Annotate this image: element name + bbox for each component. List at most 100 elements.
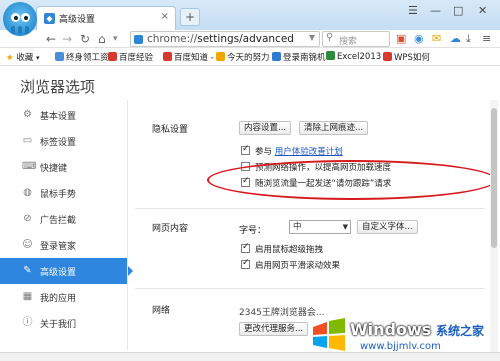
browser-logo-icon[interactable] [3, 2, 37, 36]
bookmarks-bar: ★ 收藏 ▾ 终身领工资 百度经验 百度知道 - 今天的努力 登录南锦机 Exc… [0, 48, 500, 66]
section-divider [135, 208, 485, 209]
minimize-icon[interactable]: — [430, 4, 441, 17]
dropdown-icon[interactable]: ▾ [113, 31, 118, 47]
smooth-scroll-label: 启用网页平滑滚动效果 [255, 261, 341, 271]
clear-history-button[interactable]: 清除上网痕迹... [299, 121, 369, 135]
bookmark-favicon-icon [272, 52, 281, 61]
tab-advanced-settings[interactable]: ◆ 高级设置 × [36, 6, 176, 30]
watermark-url: www.bjjmlv.com [360, 341, 441, 352]
bookmark-favicon-icon [163, 52, 172, 61]
sidebar-item-label: 快捷键 [40, 164, 68, 174]
search-placeholder: 搜索 [339, 37, 358, 47]
sidebar-item-basic[interactable]: ⚙ 基本设置 [0, 102, 127, 128]
font-size-value: 中 [293, 222, 302, 232]
tab-close-icon[interactable]: × [161, 11, 169, 22]
super-drag-label: 启用鼠标超级拖拽 [255, 245, 324, 255]
bookmark-label: WPS如何 [394, 53, 430, 63]
super-drag-checkbox[interactable] [241, 242, 250, 253]
home-icon[interactable]: ⌂ [98, 31, 106, 47]
tab-icon: ▭ [22, 135, 33, 146]
font-size-select[interactable]: 中 ▼ [289, 220, 351, 234]
favorites-menu[interactable]: ★ 收藏 ▾ [6, 51, 40, 63]
smooth-scroll-checkbox[interactable] [241, 258, 250, 269]
logo-eye-right [21, 13, 30, 22]
sidebar-item-about[interactable]: ⓘ 关于我们 [0, 310, 127, 336]
page-title: 浏览器选项 [20, 78, 96, 96]
menu-icon[interactable]: ☰ [408, 4, 418, 17]
bookmark-favicon-icon [55, 52, 64, 61]
bookmark-label: 百度经验 [119, 53, 154, 63]
sidebar-item-label: 高级设置 [40, 268, 77, 278]
bookmark-item[interactable]: 百度知道 - [163, 51, 214, 63]
proxy-settings-button[interactable]: 更改代理服务... [239, 322, 309, 336]
bookmark-item[interactable]: 百度经验 [108, 51, 153, 63]
bookmark-favicon-icon [326, 51, 335, 60]
star-icon: ★ [6, 53, 14, 63]
extension-icon[interactable]: ◉ [414, 32, 424, 46]
improvement-plan-checkbox[interactable] [241, 144, 250, 155]
maximize-icon[interactable]: □ [453, 4, 463, 17]
bookmark-favicon-icon [383, 52, 392, 61]
scrollbar[interactable] [490, 100, 498, 352]
bookmark-item[interactable]: 今天的努力 [216, 51, 270, 63]
new-tab-button[interactable]: + [180, 8, 200, 26]
smooth-scroll-row: 启用网页平滑滚动效果 [241, 258, 341, 271]
sidebar-item-shortcuts[interactable]: ⌨ 快捷键 [0, 154, 127, 180]
custom-fonts-button[interactable]: 自定义字体... [357, 220, 418, 234]
logo-eye-left [11, 13, 20, 22]
back-arrow-icon[interactable]: ← [46, 31, 56, 47]
content-settings-button[interactable]: 内容设置... [239, 121, 292, 135]
search-icon: ⚲ [326, 32, 334, 43]
bookmark-label: Excel2013 [337, 52, 382, 62]
download-icon[interactable]: ⤓ [466, 32, 471, 46]
font-size-label: 字号： [239, 226, 267, 236]
menu-lines-icon[interactable]: ≡ [482, 32, 491, 46]
section-divider [135, 288, 485, 289]
bookmark-favicon-icon [216, 52, 225, 61]
sidebar: ⚙ 基本设置 ▭ 标签设置 ⌨ 快捷键 ◍ 鼠标手势 ⊘ 广告拦截 ☺ 登录管家 ✎ 高级设置… [0, 100, 133, 350]
mail-icon[interactable]: ✉ [432, 32, 441, 46]
address-bar[interactable]: chrome://settings/advanced ▼ [130, 31, 320, 47]
sidebar-item-advanced[interactable]: ✎ 高级设置 [0, 258, 133, 284]
favorites-label: 收藏 [16, 53, 34, 63]
bookmark-item[interactable]: WPS如何 [383, 51, 430, 63]
sidebar-item-my-apps[interactable]: ▦ 我的应用 [0, 284, 127, 310]
bookmark-item[interactable]: 终身领工资 [55, 51, 109, 63]
search-input[interactable]: ⚲ 搜索 [322, 31, 390, 47]
status-bar [0, 352, 500, 361]
logo-leg [11, 26, 15, 34]
chevron-down-icon: ▼ [342, 223, 348, 231]
scrollbar-thumb[interactable] [491, 108, 497, 248]
block-icon: ⊘ [23, 213, 32, 224]
sidebar-item-adblock[interactable]: ⊘ 广告拦截 [0, 206, 127, 232]
tab-title: 高级设置 [59, 15, 96, 25]
cloud-icon[interactable]: ☁ [450, 32, 461, 46]
improvement-plan-link[interactable]: 用户体验改善计划 [275, 147, 343, 157]
watermark-title: Windows [350, 320, 432, 339]
chevron-down-icon: ▾ [36, 54, 40, 62]
sidebar-item-label: 标签设置 [40, 138, 77, 148]
sidebar-item-label: 基本设置 [40, 112, 77, 122]
improvement-prefix: 参与 [255, 147, 273, 157]
close-window-icon[interactable]: ✕ [478, 4, 487, 17]
tab-favicon-icon: ◆ [44, 13, 55, 24]
bookmark-item[interactable]: Excel2013 [326, 51, 381, 62]
sidebar-item-tabs[interactable]: ▭ 标签设置 [0, 128, 127, 154]
settings-content: 隐私设置 内容设置... 清除上网痕迹... 参与 用户体验改善计划 预测网络操… [135, 100, 490, 350]
bookmark-label: 终身领工资 [66, 53, 109, 63]
privacy-section-label: 隐私设置 [152, 125, 189, 135]
forward-arrow-icon[interactable]: → [62, 31, 72, 47]
web-content-section-label: 网页内容 [152, 224, 189, 234]
toolbox-icon[interactable]: ▣ [396, 32, 406, 46]
sidebar-item-login-manager[interactable]: ☺ 登录管家 [0, 232, 127, 258]
navigation-bar: ← → ↻ ⌂ ▾ chrome://settings/advanced ▼ ⚲… [0, 30, 500, 48]
sidebar-divider [127, 100, 128, 350]
sidebar-item-mouse-gestures[interactable]: ◍ 鼠标手势 [0, 180, 127, 206]
improvement-plan-row: 参与 用户体验改善计划 [241, 144, 343, 157]
reload-icon[interactable]: ↻ [80, 31, 90, 47]
bookmark-favicon-icon [108, 52, 117, 61]
sidebar-item-label: 鼠标手势 [40, 190, 77, 200]
chevron-down-icon[interactable]: ▼ [309, 33, 315, 42]
gear-icon: ⚙ [23, 109, 32, 120]
bookmark-item[interactable]: 登录南锦机 [272, 51, 326, 63]
